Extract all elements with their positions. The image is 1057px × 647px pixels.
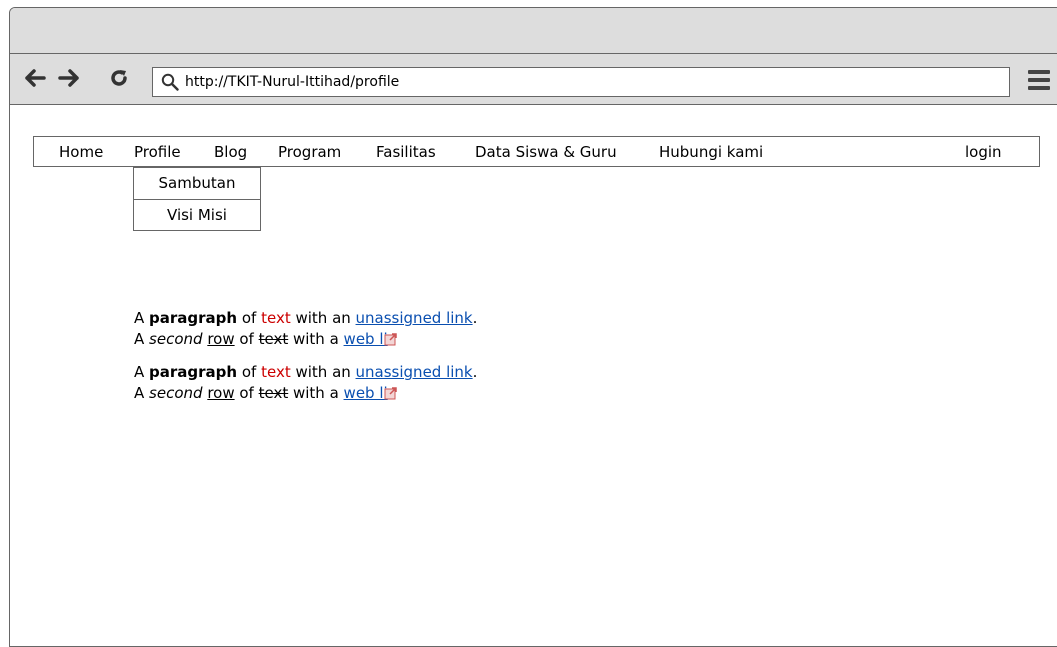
nav-item-fasilitas[interactable]: Fasilitas <box>376 143 436 161</box>
paragraph: A paragraph of text with an unassigned l… <box>134 308 734 350</box>
red-text: text <box>261 363 291 381</box>
nav-item-home[interactable]: Home <box>59 143 103 161</box>
text: A <box>134 384 150 402</box>
italic-text: second <box>149 330 203 348</box>
browser-toolbar: http://TKIT-Nurul-Ittihad/profile <box>10 54 1057 105</box>
nav-item-blog[interactable]: Blog <box>214 143 247 161</box>
text: of <box>237 363 262 381</box>
nav-item-profile[interactable]: Profile <box>134 143 181 161</box>
bold-text: paragraph <box>149 363 238 381</box>
text: with an <box>290 309 356 327</box>
external-link-icon <box>384 333 397 346</box>
dropdown-item-visi-misi[interactable]: Visi Misi <box>134 199 260 230</box>
bold-text: paragraph <box>149 309 238 327</box>
external-link-icon <box>384 387 397 400</box>
strikethrough-text: text <box>258 384 289 402</box>
hamburger-icon[interactable] <box>1028 70 1050 90</box>
search-icon <box>161 73 179 91</box>
text: with a <box>288 330 344 348</box>
red-text: text <box>261 309 291 327</box>
text: . <box>472 309 478 327</box>
main-content: A paragraph of text with an unassigned l… <box>134 308 734 416</box>
text: of <box>234 384 259 402</box>
text: A <box>134 330 150 348</box>
title-bar <box>10 8 1057 54</box>
nav-item-hubungi-kami[interactable]: Hubungi kami <box>659 143 763 161</box>
underlined-text: row <box>207 384 235 402</box>
dropdown-item-sambutan[interactable]: Sambutan <box>134 168 260 199</box>
italic-text: second <box>149 384 203 402</box>
arrow-right-icon[interactable] <box>58 67 80 89</box>
text: with a <box>288 384 344 402</box>
text: A <box>134 309 150 327</box>
text: . <box>472 363 478 381</box>
address-bar[interactable]: http://TKIT-Nurul-Ittihad/profile <box>152 67 1010 97</box>
unassigned-link[interactable]: unassigned link <box>356 309 473 327</box>
url-text: http://TKIT-Nurul-Ittihad/profile <box>185 74 400 90</box>
text: of <box>237 309 262 327</box>
arrow-left-icon[interactable] <box>24 67 46 89</box>
profile-dropdown: Sambutan Visi Misi <box>133 167 261 231</box>
unassigned-link[interactable]: unassigned link <box>356 363 473 381</box>
underlined-text: row <box>207 330 235 348</box>
login-link[interactable]: login <box>965 143 1002 161</box>
strikethrough-text: text <box>258 330 289 348</box>
nav-item-program[interactable]: Program <box>278 143 341 161</box>
text: of <box>234 330 259 348</box>
text: A <box>134 363 150 381</box>
nav-item-data-siswa-guru[interactable]: Data Siswa & Guru <box>475 143 617 161</box>
paragraph: A paragraph of text with an unassigned l… <box>134 362 734 404</box>
web-link[interactable]: web li <box>344 330 388 348</box>
web-link[interactable]: web li <box>344 384 388 402</box>
text: with an <box>290 363 356 381</box>
reload-icon[interactable] <box>108 67 130 89</box>
main-nav: Home Profile Blog Program Fasilitas Data… <box>33 136 1040 167</box>
